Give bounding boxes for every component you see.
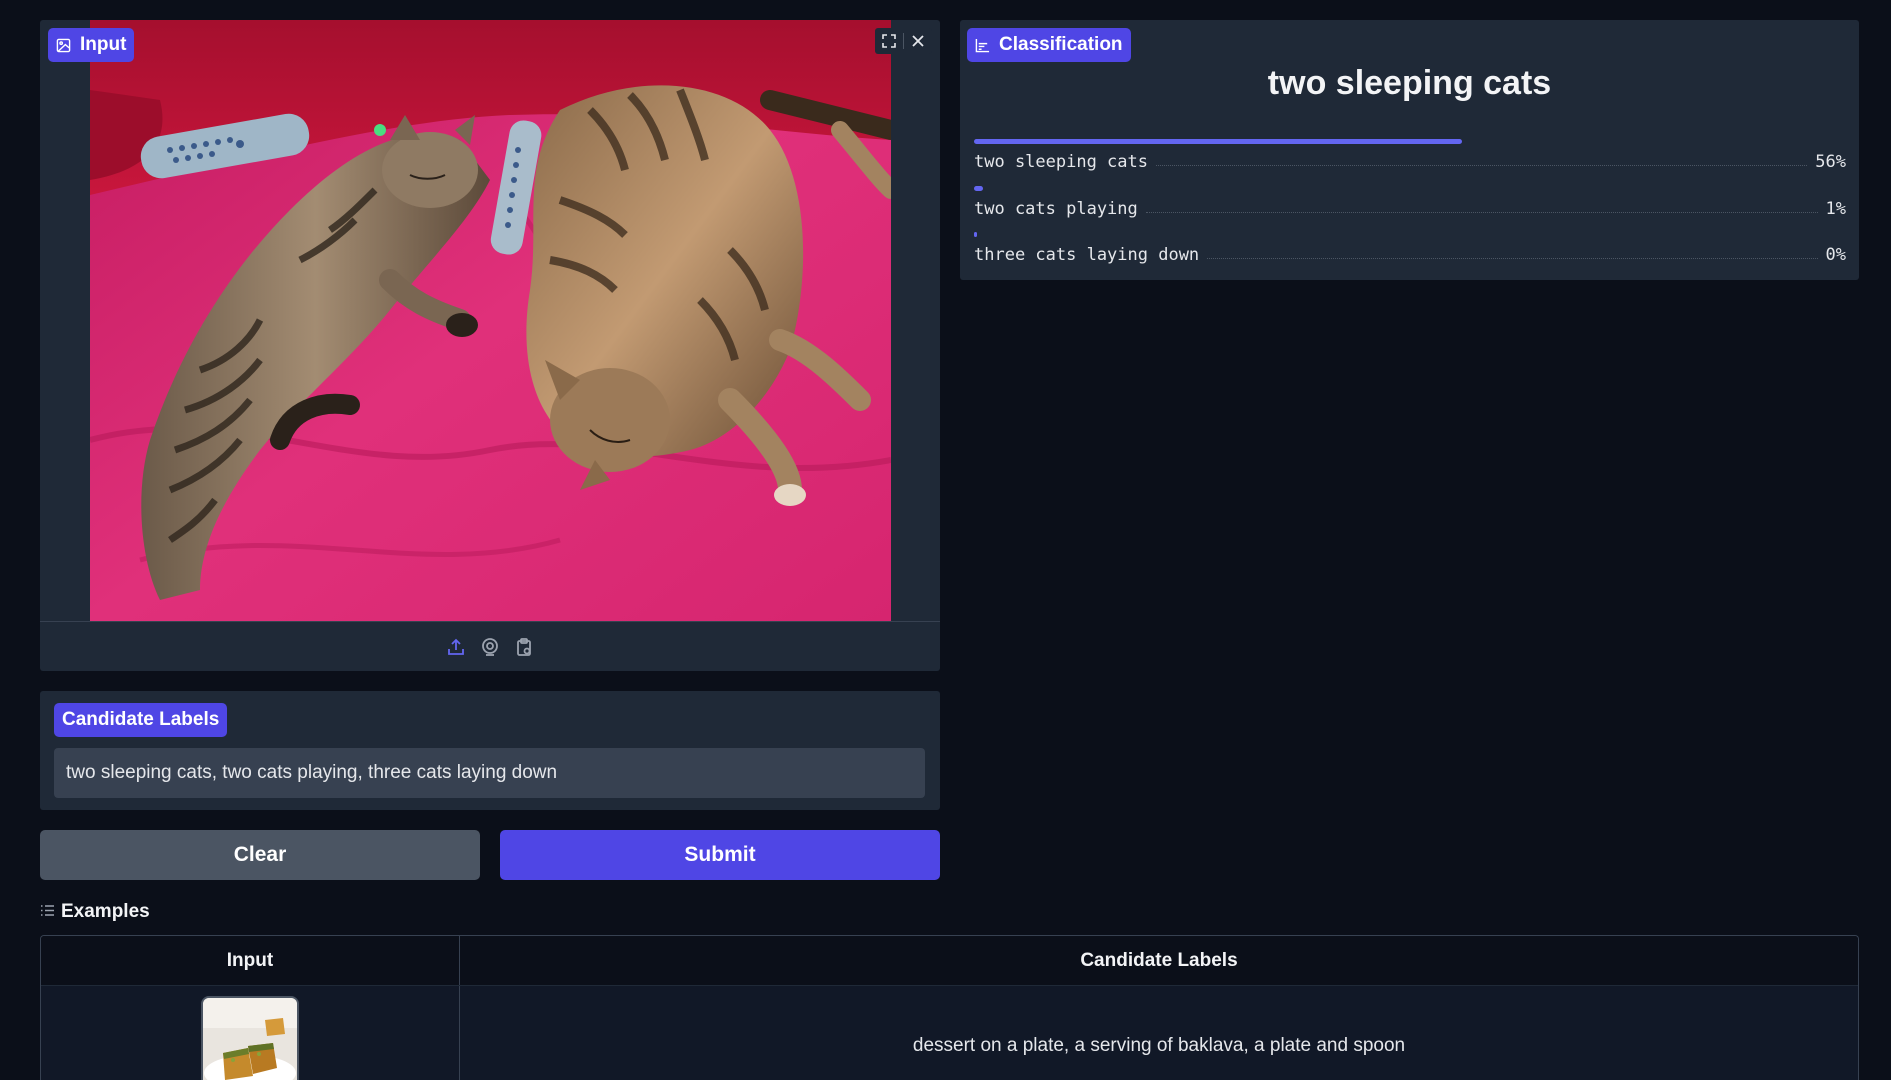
submit-button[interactable]: Submit <box>500 830 940 880</box>
candidate-labels-badge: Candidate Labels <box>54 703 228 737</box>
image-icon <box>56 38 71 53</box>
cats-photo <box>90 20 891 621</box>
top-prediction: two sleeping cats <box>1267 64 1552 102</box>
webcam-icon[interactable] <box>478 635 502 659</box>
image-toolbar <box>875 28 932 54</box>
dotted-leader <box>1145 211 1818 213</box>
confidence-item[interactable]: two cats playing 1% <box>974 186 1846 219</box>
dotted-leader <box>1207 257 1818 259</box>
column-header-input: Input <box>41 936 460 985</box>
confidence-label: three cats laying down <box>974 245 1200 265</box>
example-labels-cell: dessert on a plate, a serving of baklava… <box>912 1035 1406 1056</box>
example-thumbnail[interactable] <box>201 996 299 1080</box>
input-label-badge: Input <box>48 28 135 62</box>
confidence-value: 56% <box>1815 152 1846 172</box>
confidence-item[interactable]: two sleeping cats 56% <box>974 139 1846 172</box>
baklava-image <box>203 998 297 1080</box>
confidence-label: two cats playing <box>974 199 1138 219</box>
upload-icon[interactable] <box>444 635 468 659</box>
close-icon[interactable] <box>904 28 932 54</box>
example-row[interactable]: dessert on a plate, a serving of baklava… <box>41 986 1858 1080</box>
confidence-bar <box>974 232 977 237</box>
confidence-value: 1% <box>1825 199 1846 219</box>
candidate-labels-panel: Candidate Labels <box>40 691 940 810</box>
image-source-selector <box>40 621 940 671</box>
examples-table-header: Input Candidate Labels <box>41 936 1858 986</box>
fullscreen-icon[interactable] <box>875 28 903 54</box>
confidence-label: two sleeping cats <box>974 152 1148 172</box>
example-input-cell <box>41 986 460 1080</box>
classification-panel: Classification two sleeping cats two sle… <box>960 20 1859 280</box>
column-header-labels: Candidate Labels <box>1080 949 1238 971</box>
dotted-leader <box>1156 164 1808 166</box>
confidence-value: 0% <box>1825 245 1846 265</box>
examples-title: Examples <box>61 901 150 922</box>
bar-chart-icon <box>975 38 990 53</box>
input-label-text: Input <box>80 34 127 55</box>
confidence-item[interactable]: three cats laying down 0% <box>974 232 1846 265</box>
classification-label-text: Classification <box>999 34 1123 55</box>
confidence-bar <box>974 186 983 191</box>
candidate-labels-input[interactable] <box>54 748 925 798</box>
examples-table: Input Candidate Labels dessert on a plat… <box>40 935 1859 1080</box>
classification-label-badge: Classification <box>967 28 1131 62</box>
clear-button[interactable]: Clear <box>40 830 480 880</box>
candidate-labels-title: Candidate Labels <box>62 709 220 730</box>
uploaded-image[interactable] <box>90 20 891 621</box>
confidence-bar <box>974 139 1463 144</box>
examples-header: Examples <box>40 901 150 923</box>
clipboard-icon[interactable] <box>512 635 536 659</box>
input-image-panel: Input <box>40 20 940 671</box>
list-icon <box>40 901 55 923</box>
